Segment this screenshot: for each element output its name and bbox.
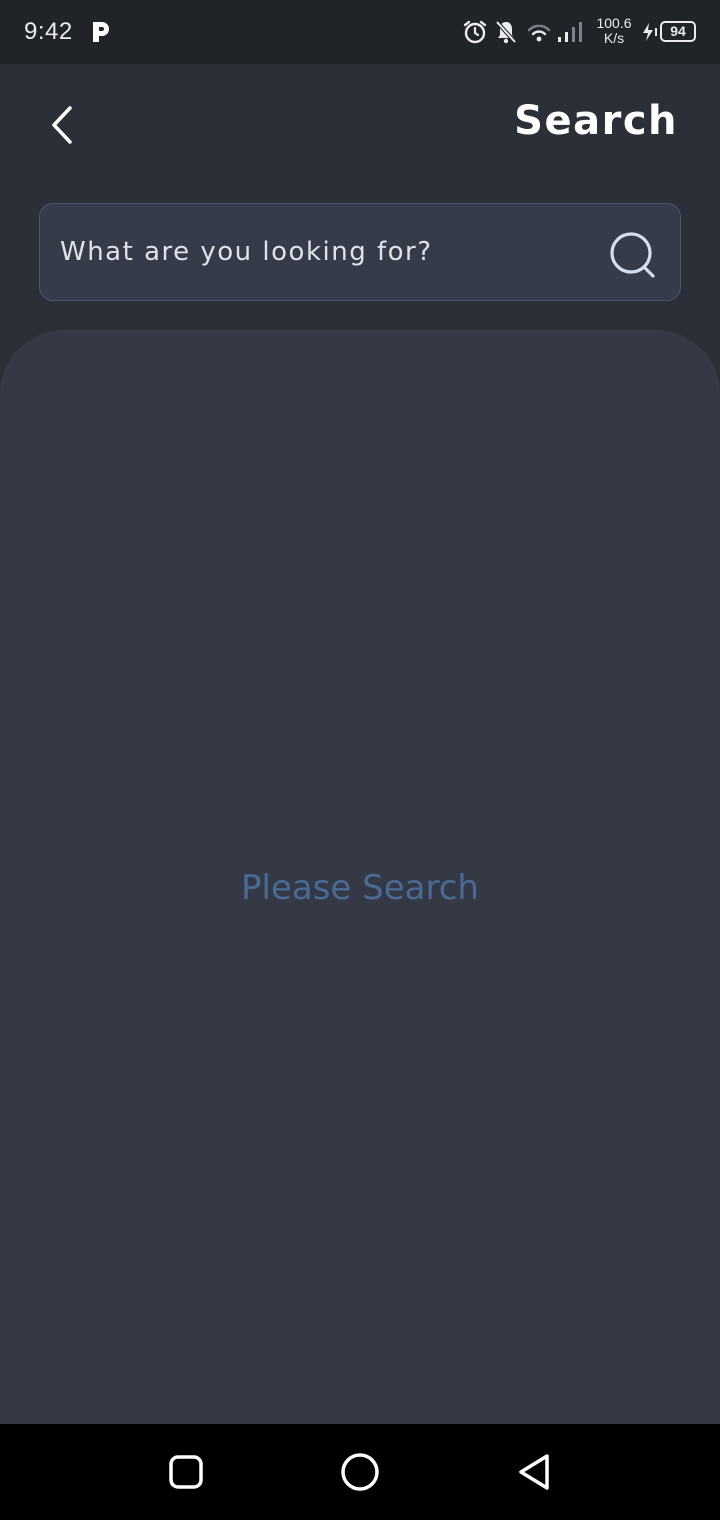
network-speed-unit: K/s: [603, 30, 625, 46]
battery-level: 94: [670, 23, 686, 39]
search-icon: [610, 232, 655, 278]
empty-state-message: Please Search: [241, 868, 479, 908]
status-time: 9:42: [24, 18, 73, 45]
wifi-icon: [527, 24, 551, 42]
results-panel: Please Search: [0, 330, 720, 1424]
charging-icon: [643, 23, 657, 41]
notifications-off-icon: [495, 20, 517, 44]
p-app-icon: [93, 22, 109, 42]
system-nav-bar: [0, 1424, 720, 1520]
page-title: Search: [514, 98, 678, 144]
network-speed: 100.6 K/s: [594, 16, 634, 46]
chevron-left-icon: [52, 106, 72, 144]
home-circle-icon: [341, 1453, 379, 1491]
recents-button[interactable]: [160, 1446, 212, 1498]
search-bar: [39, 203, 681, 301]
recents-square-icon: [169, 1455, 203, 1489]
network-speed-value: 100.6: [596, 15, 632, 31]
alarm-icon: [463, 20, 487, 44]
signal-icon: [558, 22, 582, 42]
search-input[interactable]: [60, 228, 580, 276]
home-button[interactable]: [334, 1446, 386, 1498]
back-button[interactable]: [40, 98, 86, 154]
back-nav-button[interactable]: [508, 1446, 560, 1498]
back-triangle-icon: [519, 1454, 549, 1490]
search-button[interactable]: [606, 228, 662, 284]
status-bar: 9:42 100.6 K/s 94: [0, 0, 720, 64]
battery-icon: 94: [660, 21, 696, 42]
